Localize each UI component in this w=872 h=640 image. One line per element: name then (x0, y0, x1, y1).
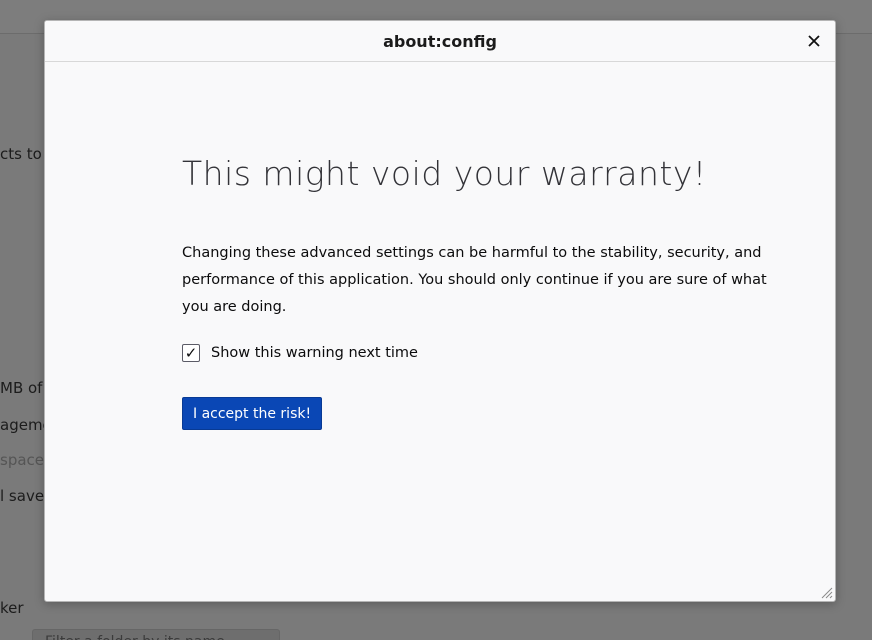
warning-title: This might void your warranty! (182, 154, 707, 193)
dialog-title: about:config (383, 32, 497, 51)
about-config-dialog: about:config This might void your warran… (44, 20, 836, 602)
background-text-line: l save (0, 487, 45, 505)
accept-risk-button[interactable]: I accept the risk! (182, 397, 323, 430)
close-icon (808, 35, 820, 47)
folder-filter-input: Filter a folder by its name... (32, 629, 280, 640)
resize-grip-icon[interactable] (819, 585, 833, 599)
close-button[interactable] (803, 30, 825, 52)
warning-text: Changing these advanced settings can be … (182, 245, 767, 315)
show-warning-label[interactable]: Show this warning next time (211, 345, 418, 361)
dialog-header: about:config (45, 21, 835, 62)
background-text-line: ker (0, 599, 24, 617)
show-warning-row[interactable]: ✓ Show this warning next time (182, 343, 418, 363)
show-warning-checkbox[interactable]: ✓ (182, 344, 200, 362)
screen: cts to t MB of d agemen space l save ker… (0, 0, 872, 640)
background-text-line: space (0, 451, 45, 469)
checkmark-icon: ✓ (184, 343, 198, 362)
